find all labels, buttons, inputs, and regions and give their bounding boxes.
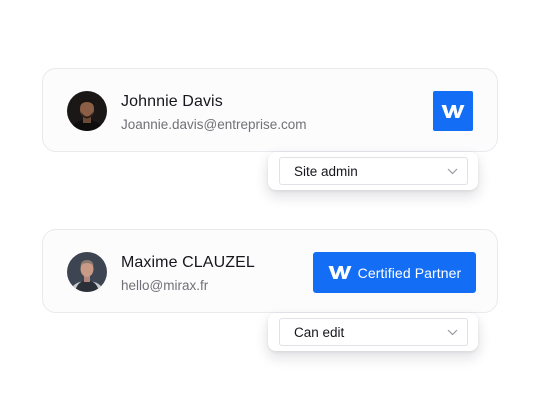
member-email: hello@mirax.fr	[121, 278, 209, 293]
member-name: Johnnie Davis	[121, 93, 223, 110]
webflow-logo-icon	[433, 91, 473, 131]
permission-select-value: Can edit	[294, 324, 345, 340]
webflow-logo-icon	[328, 265, 352, 280]
permission-dropdown-panel: Can edit	[268, 313, 478, 351]
certified-partner-badge: Certified Partner	[313, 252, 476, 293]
role-dropdown-panel: Site admin	[268, 152, 478, 190]
role-select[interactable]: Site admin	[279, 157, 468, 185]
member-email: Joannie.davis@entreprise.com	[121, 117, 307, 132]
partner-badge-label: Certified Partner	[357, 264, 462, 281]
member-name: Maxime CLAUZEL	[121, 254, 255, 271]
member-card: Johnnie Davis Joannie.davis@entreprise.c…	[42, 68, 498, 152]
chevron-down-icon	[447, 323, 458, 341]
role-select-value: Site admin	[294, 163, 358, 179]
avatar	[67, 91, 107, 131]
avatar	[67, 252, 107, 292]
permission-select[interactable]: Can edit	[279, 318, 468, 346]
member-card: Maxime CLAUZEL hello@mirax.fr Certified …	[42, 229, 498, 313]
chevron-down-icon	[447, 162, 458, 180]
